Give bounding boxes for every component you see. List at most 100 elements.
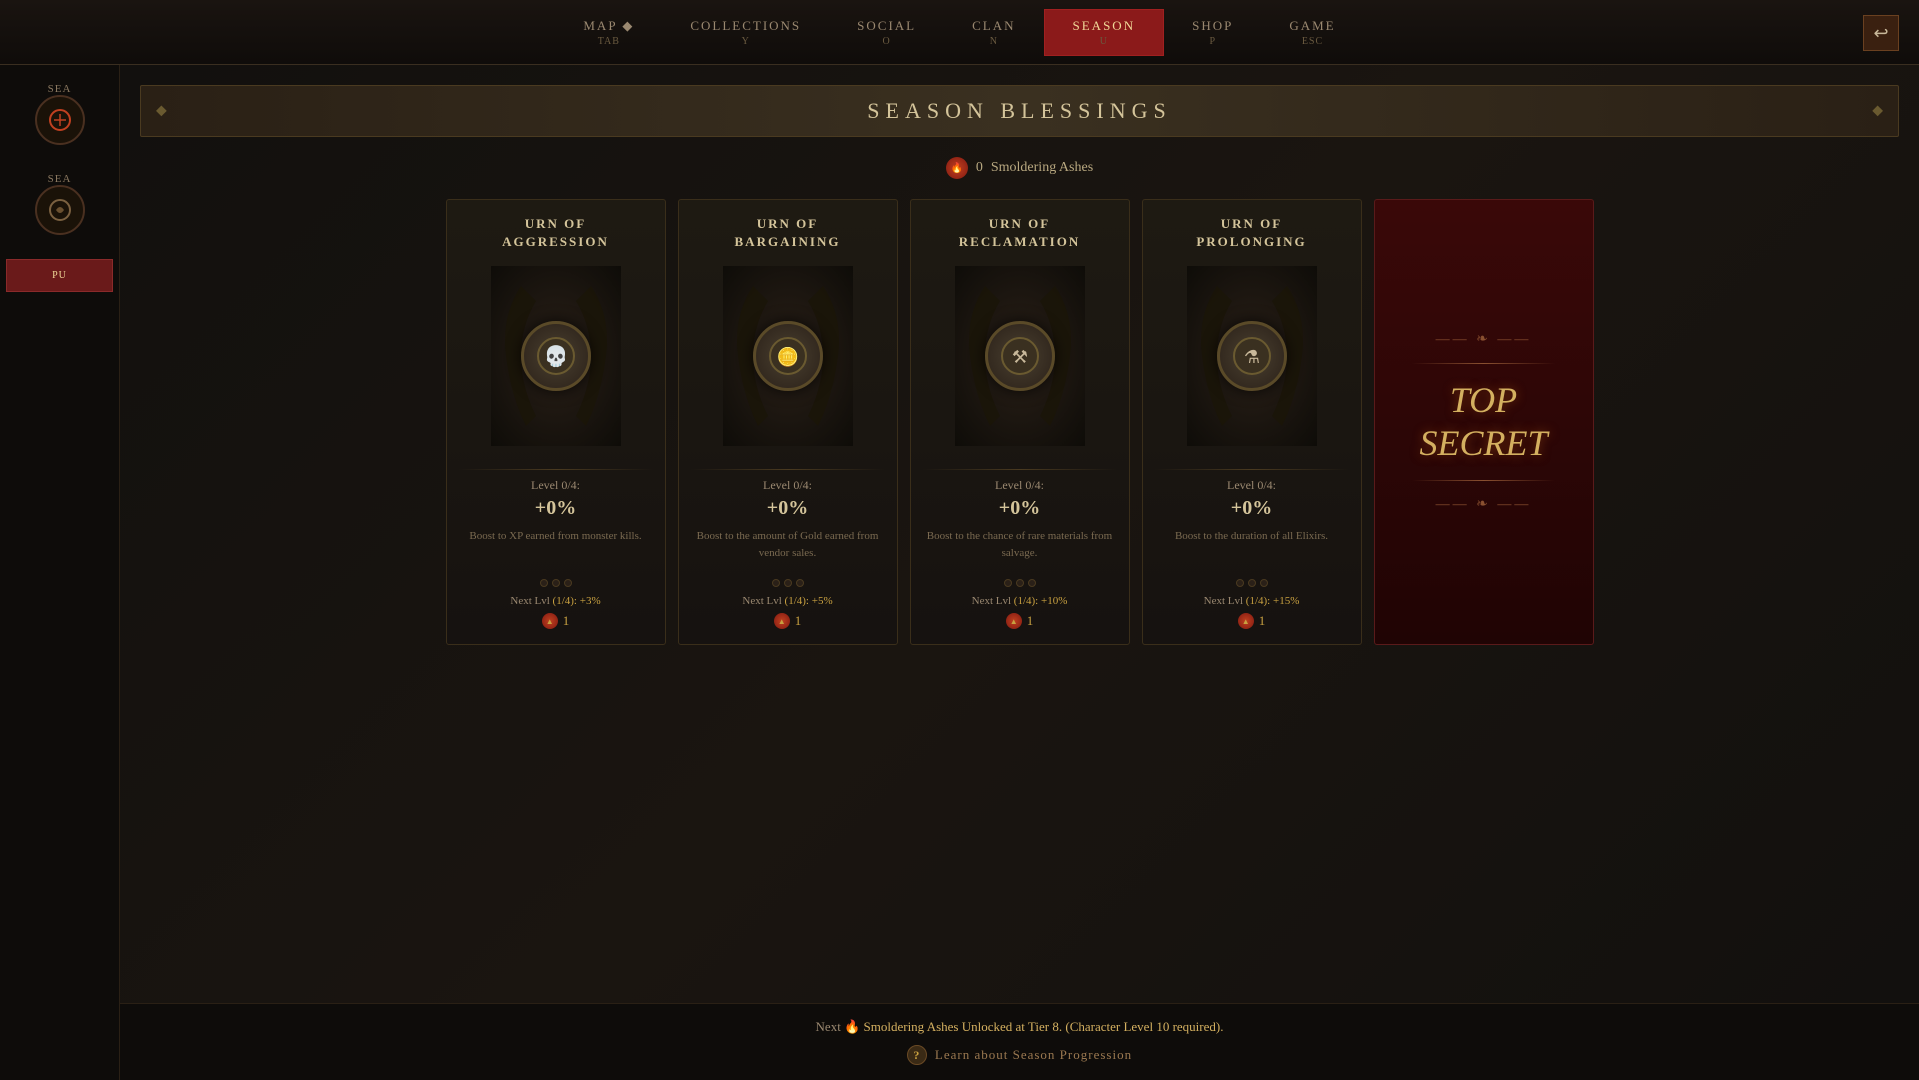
nav-collections-key: Y [742,36,750,47]
aggression-icon: 💀 [521,321,591,391]
sidebar-item-2[interactable]: SEA [0,165,119,247]
nav-season-key: U [1100,36,1108,47]
urn-aggression-title: URN OFAGGRESSION [502,215,609,251]
urn-aggression-card[interactable]: URN OFAGGRESSION [446,199,666,645]
season-full-panel: SEASON BLESSINGS 🔥 0 Smoldering Ashes UR… [120,65,1919,1080]
prolonging-bonus: +0% [1231,497,1272,520]
prolonging-cost-value: 1 [1259,613,1266,629]
bargaining-cost-icon: ▲ [774,613,790,629]
bargaining-divider [691,469,885,470]
bargaining-description: Boost to the amount of Gold earned from … [691,528,885,561]
cards-container: URN OFAGGRESSION [140,199,1899,645]
nav-season-label: SEASON [1073,18,1136,34]
bargaining-cost: ▲ 1 [774,613,802,629]
urn-bargaining-title: URN OFBARGAINING [735,215,841,251]
urn-reclamation-icon-area: ⚒ [955,266,1085,446]
nav-collections[interactable]: COLLECTIONS Y [662,10,829,55]
reclamation-dot-3 [1028,579,1036,587]
urn-prolonging-icon-area: ⚗ [1187,266,1317,446]
prolonging-dots [1236,579,1268,587]
svg-text:⚗: ⚗ [1243,347,1259,367]
aggression-divider [459,469,653,470]
nav-map-label: MAP ◆ [583,18,634,34]
ashes-indicator: 🔥 0 Smoldering Ashes [140,157,1899,179]
sidebar-icon-1 [35,95,85,145]
sidebar-button-label: PU [52,270,67,281]
urn-prolonging-card[interactable]: URN OFPROLONGING ⚗ [1142,199,1362,645]
nav-shop[interactable]: SHOP P [1164,10,1261,55]
nav-game[interactable]: GAME ESC [1261,10,1363,55]
aggression-cost-value: 1 [563,613,570,629]
next-label: Next [816,1019,841,1034]
nav-clan[interactable]: CLAN N [944,10,1043,55]
back-button[interactable]: ↩ [1863,15,1899,51]
sidebar: SEA SEA PU [0,65,120,1080]
aggression-level: Level 0/4: [531,478,580,493]
nav-season[interactable]: SEASON U [1044,9,1165,56]
learn-more-link[interactable]: ? Learn about Season Progression [140,1045,1899,1065]
top-secret-card[interactable]: —— ❧ —— TOPSECRET —— ❧ —— [1374,199,1594,645]
urn-aggression-icon-area: 💀 [491,266,621,446]
reclamation-level: Level 0/4: [995,478,1044,493]
reclamation-cost: ▲ 1 [1006,613,1034,629]
question-icon: ? [907,1045,927,1065]
prolonging-cost-icon: ▲ [1238,613,1254,629]
urn-bargaining-card[interactable]: URN OFBARGAINING 🪙 [678,199,898,645]
sidebar-icon-2 [35,185,85,235]
aggression-bonus: +0% [535,497,576,520]
urn-bargaining-icon-area: 🪙 [723,266,853,446]
sidebar-item-2-label: SEA [48,173,72,185]
nav-game-key: ESC [1302,36,1323,47]
secret-ornament-top: —— ❧ —— [1436,331,1532,348]
next-unlock-detail: Smoldering Ashes Unlocked at Tier 8. (Ch… [864,1019,1224,1034]
bargaining-dot-2 [784,579,792,587]
prolonging-divider [1155,469,1349,470]
svg-text:💀: 💀 [543,344,568,368]
nav-shop-label: SHOP [1192,18,1233,34]
prolonging-icon: ⚗ [1217,321,1287,391]
bargaining-dot-3 [796,579,804,587]
prolonging-description: Boost to the duration of all Elixirs. [1175,528,1328,561]
reclamation-dot-1 [1004,579,1012,587]
prolonging-cost: ▲ 1 [1238,613,1266,629]
ashes-count: 0 [976,160,983,176]
secret-ornament-bottom: —— ❧ —— [1436,496,1532,513]
nav-clan-key: N [990,36,998,47]
reclamation-cost-value: 1 [1027,613,1034,629]
aggression-dot-3 [564,579,572,587]
prolonging-level: Level 0/4: [1227,478,1276,493]
sidebar-button[interactable]: PU [6,259,113,292]
nav-map[interactable]: MAP ◆ TAB [555,10,662,55]
prolonging-next: Next Lvl (1/4): +15% [1204,595,1300,607]
urn-reclamation-title: URN OFRECLAMATION [959,215,1080,251]
reclamation-icon: ⚒ [985,321,1055,391]
nav-map-key: TAB [598,36,620,47]
bargaining-icon: 🪙 [753,321,823,391]
reclamation-cost-icon: ▲ [1006,613,1022,629]
top-navigation: MAP ◆ TAB COLLECTIONS Y SOCIAL O CLAN N … [0,0,1919,65]
aggression-dots [540,579,572,587]
urn-prolonging-title: URN OFPROLONGING [1196,215,1306,251]
reclamation-bonus: +0% [999,497,1040,520]
bargaining-next: Next Lvl (1/4): +5% [742,595,832,607]
main-content: SEA SEA PU [0,65,1919,1080]
nav-social-key: O [883,36,891,47]
next-unlock-text: Next 🔥 Smoldering Ashes Unlocked at Tier… [140,1019,1899,1035]
nav-collections-label: COLLECTIONS [690,18,801,34]
prolonging-dot-3 [1260,579,1268,587]
blessings-header: SEASON BLESSINGS [140,85,1899,137]
reclamation-description: Boost to the chance of rare materials fr… [923,528,1117,561]
bargaining-level: Level 0/4: [763,478,812,493]
urn-reclamation-card[interactable]: URN OFRECLAMATION ⚒ [910,199,1130,645]
nav-social[interactable]: SOCIAL O [829,10,944,55]
ashes-icon: 🔥 [946,157,968,179]
reclamation-next: Next Lvl (1/4): +10% [972,595,1068,607]
aggression-next: Next Lvl (1/4): +3% [510,595,600,607]
secret-divider-top [1412,363,1554,364]
ashes-icon-small: 🔥 [844,1019,863,1034]
nav-game-label: GAME [1289,18,1335,34]
learn-more-text: Learn about Season Progression [935,1047,1132,1063]
secret-divider-bottom [1412,480,1554,481]
reclamation-divider [923,469,1117,470]
sidebar-item-1[interactable]: SEA [0,75,119,157]
